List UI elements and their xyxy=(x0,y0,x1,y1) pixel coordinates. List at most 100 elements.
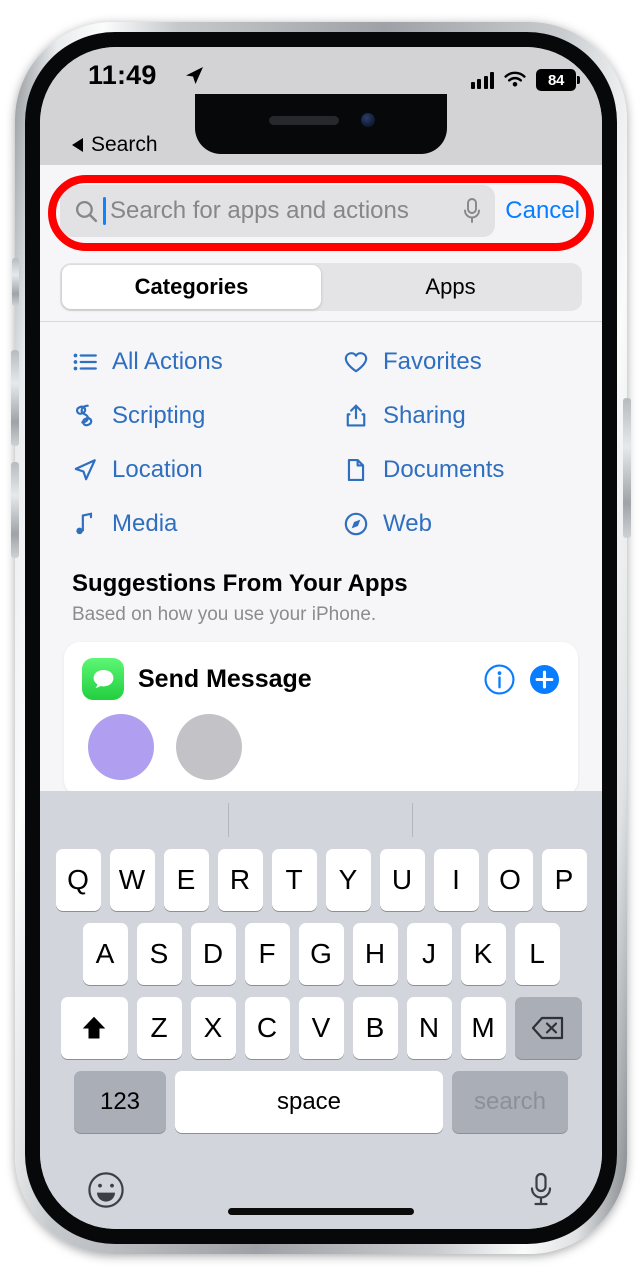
key-c[interactable]: C xyxy=(244,997,290,1059)
category-item-scripting[interactable]: Scripting xyxy=(40,402,321,430)
category-label: Media xyxy=(112,510,178,537)
delete-backspace-icon xyxy=(531,1016,564,1040)
category-item-web[interactable]: Web xyxy=(321,510,602,538)
keyboard-bottom-bar xyxy=(40,1151,602,1229)
info-circle-icon[interactable] xyxy=(484,663,515,695)
plus-circle-icon[interactable] xyxy=(529,664,560,695)
suggestion-card-title: Send Message xyxy=(138,664,312,693)
suggestions-title: Suggestions From Your Apps xyxy=(72,570,408,597)
numbers-key[interactable]: 123 xyxy=(74,1071,166,1133)
key-i[interactable]: I xyxy=(433,849,479,911)
key-w[interactable]: W xyxy=(109,849,155,911)
segmented-control[interactable]: Categories Apps xyxy=(60,263,582,311)
key-r[interactable]: R xyxy=(217,849,263,911)
divider xyxy=(228,803,229,837)
power-button[interactable] xyxy=(623,398,631,538)
key-z[interactable]: Z xyxy=(136,997,182,1059)
category-label: Web xyxy=(383,510,432,537)
location-arrow-icon xyxy=(186,67,203,84)
cellular-signal-icon xyxy=(470,71,494,89)
avatar-row xyxy=(88,714,560,780)
wifi-icon xyxy=(504,71,526,87)
space-key[interactable]: space xyxy=(175,1071,443,1133)
key-k[interactable]: K xyxy=(460,923,506,985)
phone-screen: 11:49 84 Search Search for apps and acti… xyxy=(40,47,602,1229)
onscreen-keyboard[interactable]: Q W E R T Y U I O P A S D F G H J K L Z … xyxy=(40,791,602,1229)
avatar[interactable] xyxy=(88,714,154,780)
category-label: Documents xyxy=(383,456,505,483)
suggestions-subtitle: Based on how you use your iPhone. xyxy=(72,604,377,625)
delete-key[interactable] xyxy=(514,997,582,1059)
category-label: All Actions xyxy=(112,348,223,375)
suggestion-card[interactable]: Send Message xyxy=(64,642,578,791)
key-a[interactable]: A xyxy=(82,923,128,985)
key-x[interactable]: X xyxy=(190,997,236,1059)
home-indicator[interactable] xyxy=(228,1208,414,1215)
key-v[interactable]: V xyxy=(298,997,344,1059)
category-item-all-actions[interactable]: All Actions xyxy=(40,348,321,376)
key-u[interactable]: U xyxy=(379,849,425,911)
key-j[interactable]: J xyxy=(406,923,452,985)
keyboard-row-3: Z X C V B N M xyxy=(40,997,602,1059)
category-label: Favorites xyxy=(383,348,482,375)
category-label: Scripting xyxy=(112,402,206,429)
screenshot-stage: 11:49 84 Search Search for apps and acti… xyxy=(0,0,642,1274)
predictive-text-bar[interactable] xyxy=(40,791,602,849)
category-label: Sharing xyxy=(383,402,466,429)
key-e[interactable]: E xyxy=(163,849,209,911)
category-item-location[interactable]: Location xyxy=(40,456,321,484)
shift-key[interactable] xyxy=(60,997,128,1059)
suggestion-card-header: Send Message xyxy=(82,658,560,700)
content-scroll-area[interactable]: All Actions Favorites Scripting Sharing … xyxy=(40,321,602,791)
tab-categories[interactable]: Categories xyxy=(62,265,321,309)
document-page-icon xyxy=(347,458,365,482)
key-g[interactable]: G xyxy=(298,923,344,985)
microphone-icon[interactable] xyxy=(526,1170,556,1210)
search-icon xyxy=(75,200,98,222)
back-triangle-icon xyxy=(72,138,83,152)
microphone-icon[interactable] xyxy=(461,196,483,226)
list-bullet-icon xyxy=(73,353,97,371)
category-item-favorites[interactable]: Favorites xyxy=(321,348,602,376)
tab-apps[interactable]: Apps xyxy=(321,265,580,309)
search-area: Search for apps and actions Cancel xyxy=(40,165,602,257)
search-input[interactable]: Search for apps and actions xyxy=(60,185,496,237)
key-b[interactable]: B xyxy=(352,997,398,1059)
share-arrow-icon xyxy=(346,404,366,427)
scripting-icon xyxy=(75,404,93,427)
key-m[interactable]: M xyxy=(460,997,506,1059)
key-n[interactable]: N xyxy=(406,997,452,1059)
status-indicators: 84 xyxy=(470,69,580,91)
key-l[interactable]: L xyxy=(514,923,560,985)
category-item-media[interactable]: Media xyxy=(40,510,321,538)
key-y[interactable]: Y xyxy=(325,849,371,911)
keyboard-row-4: 123 space search xyxy=(40,1071,602,1133)
divider xyxy=(412,803,413,837)
key-h[interactable]: H xyxy=(352,923,398,985)
key-s[interactable]: S xyxy=(136,923,182,985)
key-p[interactable]: P xyxy=(541,849,587,911)
volume-down-button[interactable] xyxy=(11,462,19,558)
key-d[interactable]: D xyxy=(190,923,236,985)
key-q[interactable]: Q xyxy=(55,849,101,911)
key-f[interactable]: F xyxy=(244,923,290,985)
shift-up-arrow-icon xyxy=(82,1016,106,1039)
battery-level: 84 xyxy=(547,71,565,89)
emoji-smiley-icon[interactable] xyxy=(86,1170,126,1210)
safari-compass-icon xyxy=(344,512,368,536)
key-o[interactable]: O xyxy=(487,849,533,911)
avatar[interactable] xyxy=(176,714,242,780)
silent-switch-button[interactable] xyxy=(12,258,19,306)
music-note-icon xyxy=(76,512,93,535)
volume-up-button[interactable] xyxy=(11,350,19,446)
location-arrow-icon xyxy=(74,459,96,481)
status-time: 11:49 xyxy=(88,60,157,90)
messages-app-icon xyxy=(82,658,124,700)
keyboard-row-2: A S D F G H J K L xyxy=(40,923,602,985)
key-t[interactable]: T xyxy=(271,849,317,911)
category-item-documents[interactable]: Documents xyxy=(321,456,602,484)
cancel-button[interactable]: Cancel xyxy=(505,197,582,225)
search-return-key[interactable]: search xyxy=(452,1071,568,1133)
back-label: Search xyxy=(91,133,158,156)
category-item-sharing[interactable]: Sharing xyxy=(321,402,602,430)
